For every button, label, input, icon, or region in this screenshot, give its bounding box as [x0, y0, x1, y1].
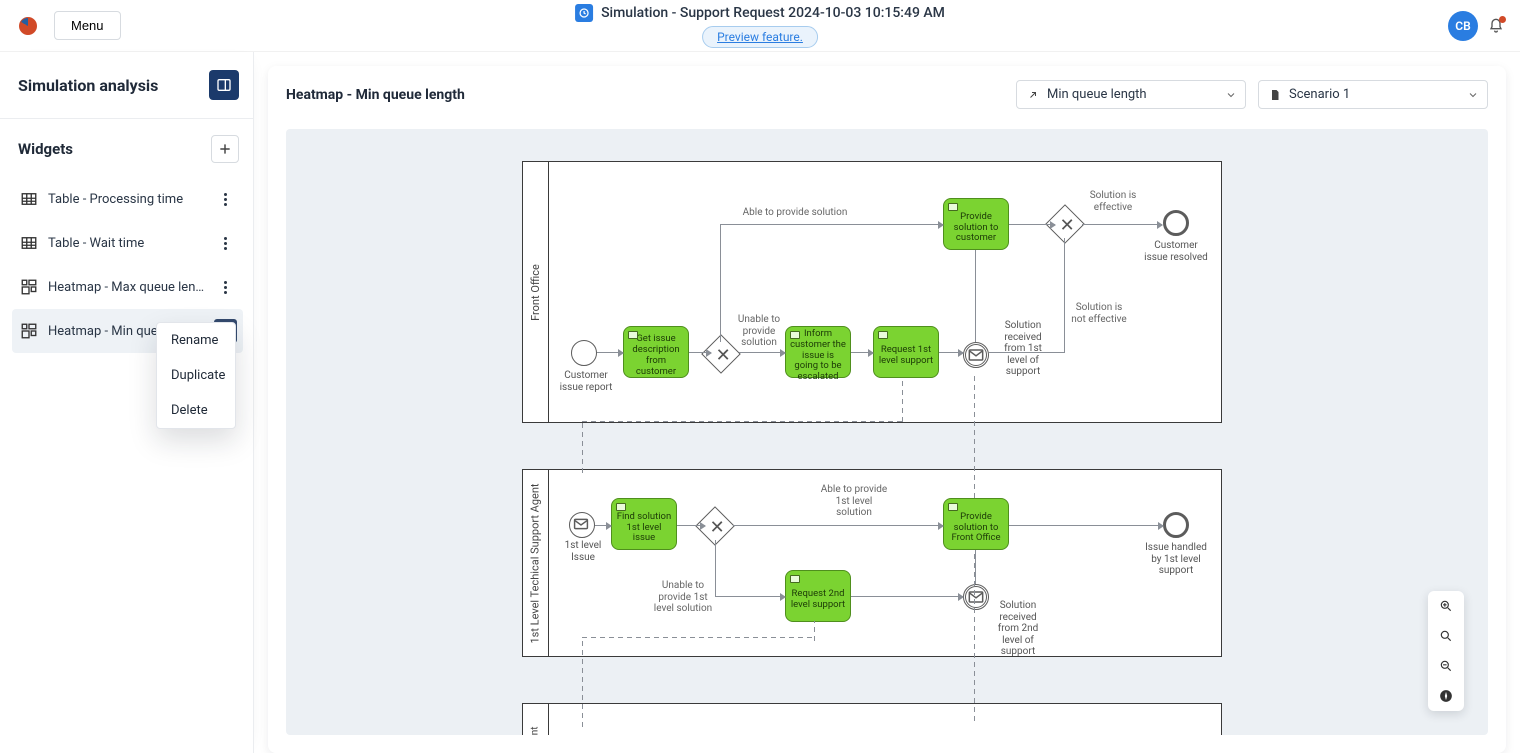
edge-label: Unable to provide 1st level solution: [651, 580, 715, 615]
lane-2nd-level-partial: ent Able to: [522, 703, 1222, 735]
zoom-reset-button[interactable]: [1428, 621, 1464, 651]
task-provide-front: Provide solution to Front Office: [943, 498, 1009, 550]
lane-label: 1st Level Techical Support Agent: [529, 483, 542, 643]
event-label: Customer issue resolved: [1143, 240, 1209, 263]
notification-dot: [1499, 16, 1506, 23]
sidebar: Simulation analysis Widgets Table - Proc…: [0, 52, 254, 753]
edge-label: Solution is effective: [1085, 190, 1141, 213]
kebab-icon: [224, 237, 227, 250]
task-request-1st: Request 1st level support: [873, 326, 939, 378]
edge-label: Solution is not effective: [1071, 302, 1127, 325]
table-icon: [20, 190, 38, 208]
chevron-down-icon: [1225, 89, 1237, 101]
event-label: 1st level Issue: [553, 540, 613, 563]
lane-1st-level: 1st Level Techical Support Agent 1st lev…: [522, 469, 1222, 657]
edge-label: Able to provide 1st level solution: [819, 484, 889, 519]
topbar: Menu Simulation - Support Request 2024-1…: [0, 0, 1520, 52]
end-event: [1163, 512, 1189, 538]
add-widget-button[interactable]: [211, 135, 239, 163]
preview-feature-link[interactable]: Preview feature.: [702, 26, 818, 48]
task-inform-escalate: Inform customer the issue is going to be…: [785, 326, 851, 378]
widget-label: Table - Wait time: [48, 236, 203, 251]
menu-button[interactable]: Menu: [54, 11, 121, 40]
page-title: Simulation - Support Request 2024-10-03 …: [601, 5, 945, 21]
task-find-1st: Find solution 1st level issue: [611, 498, 677, 550]
heatmap-icon: [20, 322, 38, 340]
zoom-reset-icon: [1439, 629, 1453, 643]
notifications-button[interactable]: [1488, 18, 1504, 34]
task-request-2nd: Request 2nd level support: [785, 570, 851, 622]
widget-kebab[interactable]: [213, 231, 237, 255]
scenario-select-value: Scenario 1: [1289, 87, 1350, 102]
task-get-issue: Get issue description from customer: [623, 326, 689, 378]
intermediate-event: [963, 342, 989, 368]
widget-kebab[interactable]: [213, 187, 237, 211]
page-title-wrap: Simulation - Support Request 2024-10-03 …: [575, 4, 945, 22]
kebab-icon: [224, 281, 227, 294]
event-label: Issue handled by 1st level support: [1143, 542, 1209, 577]
collapse-sidebar-button[interactable]: [209, 70, 239, 100]
lane-front-office: Front Office Customer issue report Get i…: [522, 161, 1222, 423]
widget-item-table-processing-time[interactable]: Table - Processing time: [12, 177, 243, 221]
widget-item-heatmap-max[interactable]: Heatmap - Max queue length: [12, 265, 243, 309]
event-label: Customer issue report: [553, 370, 619, 393]
zoom-in-button[interactable]: [1428, 591, 1464, 621]
lane-label: Front Office: [529, 264, 542, 321]
widgets-title: Widgets: [18, 140, 73, 158]
app-logo: [16, 14, 40, 38]
diagram-canvas[interactable]: Front Office Customer issue report Get i…: [286, 129, 1488, 735]
document-icon: [1269, 88, 1281, 102]
compass-button[interactable]: [1428, 681, 1464, 711]
edge-label: Able to provide solution: [725, 207, 865, 219]
zoom-in-icon: [1439, 599, 1453, 613]
simulation-icon: [575, 4, 593, 22]
metric-select[interactable]: Min queue length: [1016, 80, 1246, 109]
ctx-delete[interactable]: Delete: [157, 393, 235, 428]
table-icon: [20, 234, 38, 252]
start-event: [571, 340, 597, 366]
heatmap-icon: [20, 278, 38, 296]
arrow-out-icon: [1027, 89, 1039, 101]
avatar[interactable]: CB: [1448, 11, 1478, 41]
zoom-out-button[interactable]: [1428, 651, 1464, 681]
widget-kebab[interactable]: [214, 275, 237, 299]
panel-title: Heatmap - Min queue length: [286, 87, 465, 103]
ctx-duplicate[interactable]: Duplicate: [157, 358, 235, 393]
metric-select-value: Min queue length: [1047, 87, 1147, 102]
bpmn-diagram: Front Office Customer issue report Get i…: [522, 161, 1222, 735]
heatmap-panel: Heatmap - Min queue length Min queue len…: [268, 66, 1506, 753]
topbar-center: Simulation - Support Request 2024-10-03 …: [575, 4, 945, 48]
event-label: Solution received from 1st level of supp…: [995, 320, 1051, 378]
plus-icon: [218, 142, 232, 156]
compass-icon: [1439, 689, 1453, 703]
intermediate-event: [963, 584, 989, 610]
scenario-select[interactable]: Scenario 1: [1258, 80, 1488, 109]
widget-item-table-wait-time[interactable]: Table - Wait time: [12, 221, 243, 265]
start-event: [569, 512, 595, 538]
widget-label: Table - Processing time: [48, 192, 203, 207]
task-provide-solution: Provide solution to customer: [943, 198, 1009, 250]
chevron-down-icon: [1467, 89, 1479, 101]
kebab-icon: [224, 193, 227, 206]
zoom-out-icon: [1439, 659, 1453, 673]
ctx-rename[interactable]: Rename: [157, 323, 235, 358]
lane-label: ent: [530, 726, 541, 735]
widget-context-menu: Rename Duplicate Delete: [156, 322, 236, 429]
end-event: [1163, 210, 1189, 236]
widget-label: Heatmap - Max queue length: [48, 280, 204, 295]
event-label: Solution received from 2nd level of supp…: [989, 600, 1047, 658]
edge-label: Unable to provide solution: [733, 314, 785, 349]
sidebar-title: Simulation analysis: [18, 76, 158, 95]
zoom-toolbar: [1428, 591, 1464, 711]
panel-collapse-icon: [216, 77, 232, 93]
